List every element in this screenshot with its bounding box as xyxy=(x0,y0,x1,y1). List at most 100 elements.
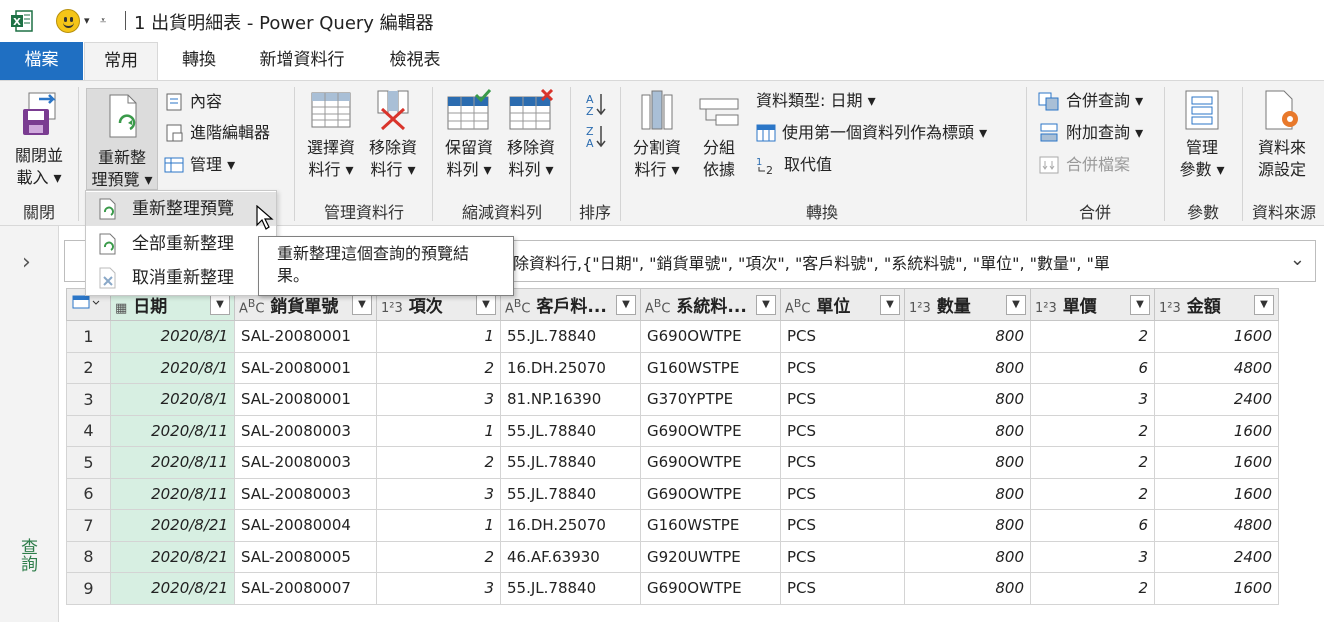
table-cell[interactable]: G690OWTPE xyxy=(640,414,781,447)
table-cell[interactable]: 16.DH.25070 xyxy=(500,509,641,542)
table-row[interactable]: 6 2020/8/11 SAL-20080003 3 55.JL.78840 G690OW… xyxy=(66,477,1279,510)
table-cell[interactable]: 55.JL.78840 xyxy=(500,414,641,447)
table-cell[interactable]: SAL-20080003 xyxy=(234,414,377,447)
table-cell[interactable]: 2020/8/11 xyxy=(110,414,235,447)
table-cell[interactable]: 800 xyxy=(904,572,1031,605)
table-cell[interactable]: 2020/8/21 xyxy=(110,540,235,573)
table-cell[interactable]: PCS xyxy=(780,320,905,353)
table-cell[interactable]: G370YPTPE xyxy=(640,383,781,416)
table-cell[interactable]: 2 xyxy=(1030,572,1155,605)
table-row[interactable]: 4 2020/8/11 SAL-20080003 1 55.JL.78840 G690OW… xyxy=(66,414,1279,447)
table-cell[interactable]: PCS xyxy=(780,446,905,479)
queries-pane-label[interactable]: 查詢 xyxy=(17,538,40,572)
table-row[interactable]: 8 2020/8/21 SAL-20080005 2 46.AF.63930 G920UW… xyxy=(66,540,1279,573)
table-cell[interactable]: 800 xyxy=(904,540,1031,573)
table-cell[interactable]: 2 xyxy=(1030,446,1155,479)
column-header-system-part[interactable]: ABC 系統料... ▼ xyxy=(640,288,781,321)
table-row[interactable]: 1 2020/8/1 SAL-20080001 1 55.JL.78840 G690OWT… xyxy=(66,320,1279,353)
sort-descending-button[interactable]: Z A xyxy=(584,123,608,149)
row-number[interactable]: 3 xyxy=(66,383,111,416)
table-cell[interactable]: 55.JL.78840 xyxy=(500,572,641,605)
table-cell[interactable]: 800 xyxy=(904,320,1031,353)
choose-columns-button[interactable]: 選擇資 料行 ▾ xyxy=(300,89,362,181)
group-by-button[interactable]: 分組 依據 xyxy=(690,89,748,181)
table-cell[interactable]: 2020/8/11 xyxy=(110,477,235,510)
column-header-unit[interactable]: ABC 單位 ▼ xyxy=(780,288,905,321)
feedback-dropdown-icon[interactable]: ▾ xyxy=(84,14,90,27)
smiley-icon[interactable] xyxy=(56,9,80,33)
properties-button[interactable]: 內容 xyxy=(164,91,222,113)
table-cell[interactable]: PCS xyxy=(780,540,905,573)
table-cell[interactable]: 2400 xyxy=(1154,383,1279,416)
sort-ascending-button[interactable]: A Z xyxy=(584,91,608,117)
table-cell[interactable]: SAL-20080007 xyxy=(234,572,377,605)
column-header-amount[interactable]: 1²3 金額 ▼ xyxy=(1154,288,1279,321)
table-cell[interactable]: SAL-20080001 xyxy=(234,351,377,384)
table-cell[interactable]: 800 xyxy=(904,383,1031,416)
table-cell[interactable]: 4800 xyxy=(1154,509,1279,542)
table-cell[interactable]: 2 xyxy=(1030,477,1155,510)
table-cell[interactable]: 3 xyxy=(376,572,501,605)
filter-dropdown-icon[interactable]: ▼ xyxy=(756,295,776,315)
tab-view[interactable]: 檢視表 xyxy=(378,42,452,80)
table-cell[interactable]: 2 xyxy=(376,351,501,384)
row-number[interactable]: 9 xyxy=(66,572,111,605)
table-cell[interactable]: 6 xyxy=(1030,509,1155,542)
formula-expand-icon[interactable]: ⌄ xyxy=(1290,249,1305,270)
table-cell[interactable]: 16.DH.25070 xyxy=(500,351,641,384)
filter-dropdown-icon[interactable]: ▼ xyxy=(880,295,900,315)
row-number[interactable]: 6 xyxy=(66,477,111,510)
table-cell[interactable]: 3 xyxy=(376,383,501,416)
refresh-preview-button[interactable]: 重新整 理預覽 ▾ xyxy=(86,88,158,190)
table-cell[interactable]: 3 xyxy=(1030,383,1155,416)
menu-item-refresh-all[interactable]: 全部重新整理 xyxy=(86,227,276,261)
table-cell[interactable]: SAL-20080001 xyxy=(234,383,377,416)
row-number[interactable]: 7 xyxy=(66,509,111,542)
table-cell[interactable]: 2 xyxy=(376,446,501,479)
table-cell[interactable]: 800 xyxy=(904,509,1031,542)
column-header-quantity[interactable]: 1²3 數量 ▼ xyxy=(904,288,1031,321)
remove-columns-button[interactable]: 移除資 料行 ▾ xyxy=(362,89,424,181)
row-number[interactable]: 2 xyxy=(66,351,111,384)
table-row[interactable]: 7 2020/8/21 SAL-20080004 1 16.DH.25070 G160WS… xyxy=(66,509,1279,542)
table-cell[interactable]: 55.JL.78840 xyxy=(500,477,641,510)
table-cell[interactable]: 800 xyxy=(904,351,1031,384)
data-source-settings-button[interactable]: 資料來 源設定 xyxy=(1248,89,1316,181)
table-cell[interactable]: 2020/8/1 xyxy=(110,320,235,353)
table-cell[interactable]: 4800 xyxy=(1154,351,1279,384)
row-number[interactable]: 5 xyxy=(66,446,111,479)
table-cell[interactable]: 2020/8/1 xyxy=(110,383,235,416)
excel-icon[interactable]: X xyxy=(10,9,34,33)
table-cell[interactable]: 6 xyxy=(1030,351,1155,384)
table-cell[interactable]: G690OWTPE xyxy=(640,477,781,510)
table-row[interactable]: 9 2020/8/21 SAL-20080007 3 55.JL.78840 G690OW… xyxy=(66,572,1279,605)
replace-values-button[interactable]: 12 取代值 xyxy=(756,154,832,176)
table-row[interactable]: 3 2020/8/1 SAL-20080001 3 81.NP.16390 G370YPT… xyxy=(66,383,1279,416)
table-cell[interactable]: 800 xyxy=(904,477,1031,510)
tab-transform[interactable]: 轉換 xyxy=(168,42,230,80)
table-cell[interactable]: PCS xyxy=(780,477,905,510)
table-cell[interactable]: G160WSTPE xyxy=(640,509,781,542)
table-cell[interactable]: 1 xyxy=(376,320,501,353)
table-cell[interactable]: 800 xyxy=(904,446,1031,479)
column-header-unit-price[interactable]: 1²3 單價 ▼ xyxy=(1030,288,1155,321)
filter-dropdown-icon[interactable]: ▼ xyxy=(1006,295,1026,315)
table-cell[interactable]: 800 xyxy=(904,414,1031,447)
table-cell[interactable]: G690OWTPE xyxy=(640,572,781,605)
table-cell[interactable]: 55.JL.78840 xyxy=(500,446,641,479)
table-cell[interactable]: 55.JL.78840 xyxy=(500,320,641,353)
table-cell[interactable]: PCS xyxy=(780,383,905,416)
expand-chevron-icon[interactable]: › xyxy=(22,250,31,275)
table-cell[interactable]: 2 xyxy=(1030,320,1155,353)
table-row[interactable]: 2 2020/8/1 SAL-20080001 2 16.DH.25070 G160WST… xyxy=(66,351,1279,384)
table-cell[interactable]: 2400 xyxy=(1154,540,1279,573)
table-cell[interactable]: 3 xyxy=(376,477,501,510)
table-cell[interactable]: 2020/8/21 xyxy=(110,509,235,542)
table-cell[interactable]: 2020/8/21 xyxy=(110,572,235,605)
table-cell[interactable]: PCS xyxy=(780,509,905,542)
table-cell[interactable]: G160WSTPE xyxy=(640,351,781,384)
filter-dropdown-icon[interactable]: ▼ xyxy=(352,295,372,315)
row-number[interactable]: 4 xyxy=(66,414,111,447)
table-cell[interactable]: G690OWTPE xyxy=(640,446,781,479)
menu-item-refresh-preview[interactable]: 重新整理預覽 xyxy=(86,192,276,226)
